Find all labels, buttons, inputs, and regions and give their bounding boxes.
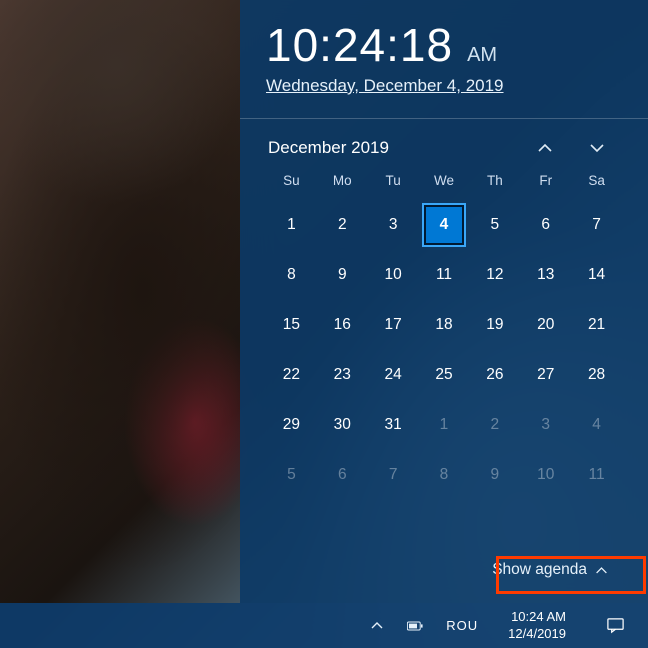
calendar-day[interactable]: 4 [571,400,622,450]
calendar-flyout: 10:24:18 AM Wednesday, December 4, 2019 … [240,0,648,603]
calendar-grid: 1234567891011121314151617181920212223242… [266,200,622,500]
calendar-day[interactable]: 2 [317,200,368,250]
language-indicator[interactable]: ROU [442,618,482,633]
calendar-day[interactable]: 16 [317,300,368,350]
chevron-down-icon [589,140,605,156]
battery-icon [407,618,423,634]
show-agenda-label: Show agenda [492,561,587,579]
month-nav [534,137,608,159]
date-link[interactable]: Wednesday, December 4, 2019 [266,76,622,96]
calendar-day[interactable]: 7 [368,450,419,500]
agenda-row: Show agenda [266,555,622,591]
calendar-day[interactable]: 22 [266,350,317,400]
calendar-day[interactable]: 5 [266,450,317,500]
battery-icon[interactable] [404,603,426,648]
taskbar-date: 12/4/2019 [508,626,566,642]
calendar-day[interactable]: 13 [520,250,571,300]
dow-label: Mo [317,173,368,200]
calendar-day[interactable]: 10 [520,450,571,500]
prev-month-button[interactable] [534,137,556,159]
dow-label: Su [266,173,317,200]
calendar-day[interactable]: 3 [368,200,419,250]
calendar-day[interactable]: 8 [266,250,317,300]
calendar-day[interactable]: 7 [571,200,622,250]
dow-label: Sa [571,173,622,200]
calendar-day[interactable]: 29 [266,400,317,450]
calendar-day[interactable]: 31 [368,400,419,450]
calendar-day[interactable]: 5 [469,200,520,250]
calendar-day[interactable]: 23 [317,350,368,400]
chevron-up-icon [595,564,608,577]
calendar-day[interactable]: 9 [469,450,520,500]
calendar-day[interactable]: 18 [419,300,470,350]
day-of-week-header: SuMoTuWeThFrSa [266,173,622,200]
calendar-day[interactable]: 26 [469,350,520,400]
taskbar-clock[interactable]: 10:24 AM 12/4/2019 [498,609,576,642]
chevron-up-icon [369,618,385,634]
chevron-up-icon [537,140,553,156]
calendar-day[interactable]: 27 [520,350,571,400]
dow-label: Tu [368,173,419,200]
calendar-day[interactable]: 4 [419,200,470,250]
dow-label: Fr [520,173,571,200]
calendar-day[interactable]: 19 [469,300,520,350]
calendar-day[interactable]: 25 [419,350,470,400]
calendar-day[interactable]: 6 [520,200,571,250]
taskbar-time: 10:24 AM [508,609,566,625]
calendar-day[interactable]: 11 [571,450,622,500]
calendar-day[interactable]: 15 [266,300,317,350]
clock-time: 10:24:18 [266,18,453,72]
calendar-day[interactable]: 30 [317,400,368,450]
tray-overflow-button[interactable] [366,603,388,648]
calendar-day[interactable]: 10 [368,250,419,300]
calendar-day[interactable]: 17 [368,300,419,350]
calendar-day[interactable]: 8 [419,450,470,500]
dow-label: Th [469,173,520,200]
show-agenda-button[interactable]: Show agenda [484,557,616,583]
calendar-day[interactable]: 11 [419,250,470,300]
next-month-button[interactable] [586,137,608,159]
action-center-button[interactable] [592,603,638,648]
calendar-day[interactable]: 9 [317,250,368,300]
calendar-day[interactable]: 12 [469,250,520,300]
dow-label: We [419,173,470,200]
calendar-day[interactable]: 3 [520,400,571,450]
calendar-day[interactable]: 20 [520,300,571,350]
calendar-day[interactable]: 6 [317,450,368,500]
taskbar: ROU 10:24 AM 12/4/2019 [0,603,648,648]
month-label[interactable]: December 2019 [268,138,389,158]
notification-icon [606,616,625,635]
calendar-day[interactable]: 14 [571,250,622,300]
calendar-day[interactable]: 24 [368,350,419,400]
calendar-day[interactable]: 1 [419,400,470,450]
month-header: December 2019 [266,137,622,173]
clock-row: 10:24:18 AM [266,18,622,72]
calendar-day[interactable]: 28 [571,350,622,400]
calendar-day[interactable]: 2 [469,400,520,450]
calendar-day[interactable]: 21 [571,300,622,350]
system-tray: ROU 10:24 AM 12/4/2019 [366,603,644,648]
calendar-day[interactable]: 1 [266,200,317,250]
divider [240,118,648,119]
clock-ampm: AM [467,44,497,67]
